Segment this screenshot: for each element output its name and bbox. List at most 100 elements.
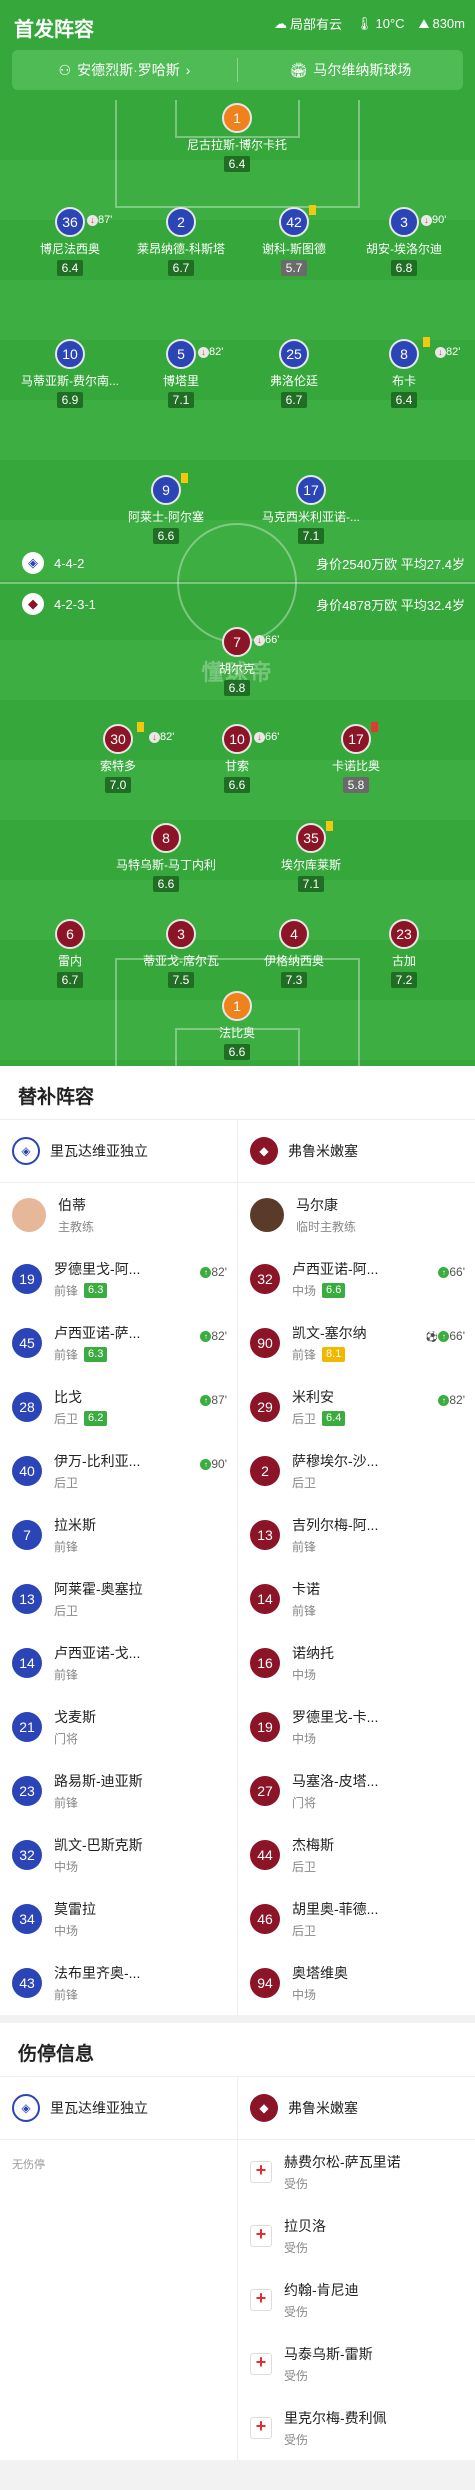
sub-player-row[interactable]: 34 莫雷拉 中场 [0, 1887, 237, 1951]
player-name: 法比奥 [218, 1026, 255, 1040]
sub-position: 前锋 [54, 1796, 79, 1810]
away-coach[interactable]: 马尔康 临时主教练 [238, 1183, 475, 1247]
pitch-player[interactable]: 1 尼古拉斯-博尔卡托 6.4 [177, 103, 297, 173]
sub-player-row[interactable]: 90 凯文-塞尔纳 前锋 8.1 ⚽ ↑ 66' [238, 1311, 475, 1375]
pitch-player[interactable]: 10 ↓ 66' 甘索 6.6 [177, 724, 297, 794]
sub-player-row[interactable]: 13 阿莱霍-奥塞拉 后卫 [0, 1567, 237, 1631]
injury-row[interactable]: 约翰-肯尼迪受伤 [238, 2268, 475, 2332]
injury-status: 受伤 [284, 2241, 309, 2255]
pitch-player[interactable]: 1 法比奥 6.6 [177, 991, 297, 1061]
pitch-player[interactable]: 17 马克西米利亚诺-... 7.1 [251, 475, 371, 545]
sub-player-row[interactable]: 29 米利安 后卫 6.4 ↑ 82' [238, 1375, 475, 1439]
pitch-player[interactable]: 8 ↓ 82' 布卡 6.4 [344, 337, 464, 409]
sub-player-row[interactable]: 23 路易斯-迪亚斯 前锋 [0, 1759, 237, 1823]
away-team-header[interactable]: ◆ 弗鲁米嫩塞 [238, 2077, 475, 2139]
home-team-header[interactable]: ◈ 里瓦达维亚独立 [0, 1120, 238, 1182]
player-rating: 7.2 [390, 972, 418, 988]
sub-player-row[interactable]: 13 吉列尔梅-阿... 前锋 [238, 1503, 475, 1567]
sub-in-indicator: ↑ 82' [438, 1393, 465, 1407]
yellow-card-icon [326, 821, 333, 831]
pitch-player[interactable]: 7 ↓ 66' 胡尔克 6.8 [177, 627, 297, 697]
sub-number: 32 [12, 1840, 42, 1870]
sub-player-row[interactable]: 16 诺纳托 中场 [238, 1631, 475, 1695]
pitch-player[interactable]: 23 古加 7.2 [344, 919, 464, 989]
home-team-header[interactable]: ◈ 里瓦达维亚独立 [0, 2077, 238, 2139]
home-coach[interactable]: 伯蒂 主教练 [0, 1183, 237, 1247]
player-rating: 6.6 [223, 1044, 251, 1060]
sub-player-row[interactable]: 44 杰梅斯 后卫 [238, 1823, 475, 1887]
player-rating: 6.7 [56, 972, 84, 988]
pitch-player[interactable]: 10 马蒂亚斯-费尔南... 6.9 [10, 339, 130, 409]
pitch-player[interactable]: 42 谢科-斯图德 5.7 [234, 205, 354, 277]
sub-player-row[interactable]: 28 比戈 后卫 6.2 ↑ 87' [0, 1375, 237, 1439]
sub-player-row[interactable]: 32 凯文-巴斯克斯 中场 [0, 1823, 237, 1887]
yellow-card-icon [137, 722, 144, 732]
sub-player-row[interactable]: 45 卢西亚诺-萨... 前锋 6.3 ↑ 82' [0, 1311, 237, 1375]
sub-rating: 6.3 [84, 1283, 108, 1298]
pitch-player[interactable]: 8 马特乌斯-马丁内利 6.6 [106, 823, 226, 893]
pitch-player[interactable]: 6 雷内 6.7 [10, 919, 130, 989]
sub-position: 中场 [292, 1668, 317, 1682]
away-team-logo: ◆ [22, 593, 44, 615]
player-rating: 6.4 [390, 392, 418, 408]
sub-name: 罗德里戈-阿... [54, 1261, 141, 1277]
pitch-player[interactable]: 36 ↓ 87' 博尼法西奥 6.4 [10, 207, 130, 277]
sub-player-row[interactable]: 2 萨穆埃尔-沙... 后卫 [238, 1439, 475, 1503]
pitch-player[interactable]: 2 莱昂纳德-科斯塔 6.7 [121, 207, 241, 277]
sub-player-row[interactable]: 7 拉米斯 前锋 [0, 1503, 237, 1567]
away-team-header[interactable]: ◆ 弗鲁米嫩塞 [238, 1120, 475, 1182]
sub-player-row[interactable]: 21 戈麦斯 门将 [0, 1695, 237, 1759]
sub-number: 32 [250, 1264, 280, 1294]
medical-cross-icon [250, 2288, 272, 2311]
pitch-player[interactable]: 35 埃尔库莱斯 7.1 [251, 821, 371, 893]
player-name: 古加 [391, 954, 416, 968]
sub-in-indicator: ⚽ ↑ 66' [426, 1329, 465, 1343]
sub-player-row[interactable]: 94 奥塔维奥 中场 [238, 1951, 475, 2015]
sub-minute: 82' [449, 1393, 465, 1407]
sub-player-row[interactable]: 27 马塞洛-皮塔... 门将 [238, 1759, 475, 1823]
sub-player-row[interactable]: 19 罗德里戈-阿... 前锋 6.3 ↑ 82' [0, 1247, 237, 1311]
sub-player-row[interactable]: 14 卡诺 前锋 [238, 1567, 475, 1631]
sub-player-row[interactable]: 40 伊万-比利亚... 后卫 ↑ 90' [0, 1439, 237, 1503]
player-rating: 6.4 [56, 260, 84, 276]
sub-out-icon: ↓ [198, 346, 209, 358]
pitch-player[interactable]: 5 ↓ 82' 博塔里 7.1 [121, 339, 241, 409]
referee-link[interactable]: ⚇ 安德烈斯·罗哈斯 › [12, 50, 237, 90]
pitch-player[interactable]: 30 ↓ 82' 索特多 7.0 [58, 722, 178, 794]
sub-minute: 82' [211, 1265, 227, 1279]
sub-minute: 66' [265, 634, 280, 646]
player-name: 蒂亚戈-席尔瓦 [143, 954, 219, 968]
yellow-card-icon [181, 473, 188, 483]
injury-row[interactable]: 赫费尔松-萨瓦里诺受伤 [238, 2140, 475, 2204]
away-stats: 身价4878万欧 平均32.4岁 [316, 597, 465, 613]
sub-name: 拉米斯 [54, 1517, 96, 1533]
sub-player-row[interactable]: 32 卢西亚诺-阿... 中场 6.6 ↑ 66' [238, 1247, 475, 1311]
pitch-player[interactable]: 25 弗洛伦廷 6.7 [234, 339, 354, 409]
shirt-number: 9 [151, 473, 188, 505]
pitch-player[interactable]: 3 ↓ 90' 胡安-埃洛尔迪 6.8 [344, 207, 464, 277]
pitch-player[interactable]: 17 卡诺比奥 5.8 [296, 722, 416, 794]
weather-text: 局部有云 [289, 17, 342, 32]
injury-row[interactable]: 马泰乌斯-雷斯受伤 [238, 2332, 475, 2396]
sub-player-row[interactable]: 14 卢西亚诺-戈... 前锋 [0, 1631, 237, 1695]
sub-position: 前锋 [54, 1540, 79, 1554]
sub-minute: 90' [432, 214, 447, 226]
shirt-number: 35 [296, 821, 333, 853]
sub-in-icon: ↑ [438, 1331, 450, 1343]
player-name: 索特多 [99, 759, 136, 773]
pitch-player[interactable]: 4 伊格纳西奥 7.3 [234, 919, 354, 989]
sub-minute: 66' [265, 731, 280, 743]
sub-player-row[interactable]: 19 罗德里戈-卡... 中场 [238, 1695, 475, 1759]
sub-in-indicator: ↑ 66' [438, 1265, 465, 1279]
injury-row[interactable]: 拉贝洛受伤 [238, 2204, 475, 2268]
sub-player-row[interactable]: 43 法布里齐奥-... 前锋 [0, 1951, 237, 2015]
pitch-player[interactable]: 9 阿莱士-阿尔塞 6.6 [106, 473, 226, 545]
shirt-number: 1 [222, 991, 252, 1021]
away-team-name: 弗鲁米嫩塞 [288, 1143, 358, 1159]
sub-player-row[interactable]: 46 胡里奥-菲德... 后卫 [238, 1887, 475, 1951]
sub-position: 门将 [54, 1732, 79, 1746]
sub-name: 伊万-比利亚... [54, 1453, 141, 1469]
pitch-player[interactable]: 3 蒂亚戈-席尔瓦 7.5 [121, 919, 241, 989]
injury-row[interactable]: 里克尔梅-费利佩受伤 [238, 2396, 475, 2460]
shirt-number: 25 [279, 339, 309, 369]
